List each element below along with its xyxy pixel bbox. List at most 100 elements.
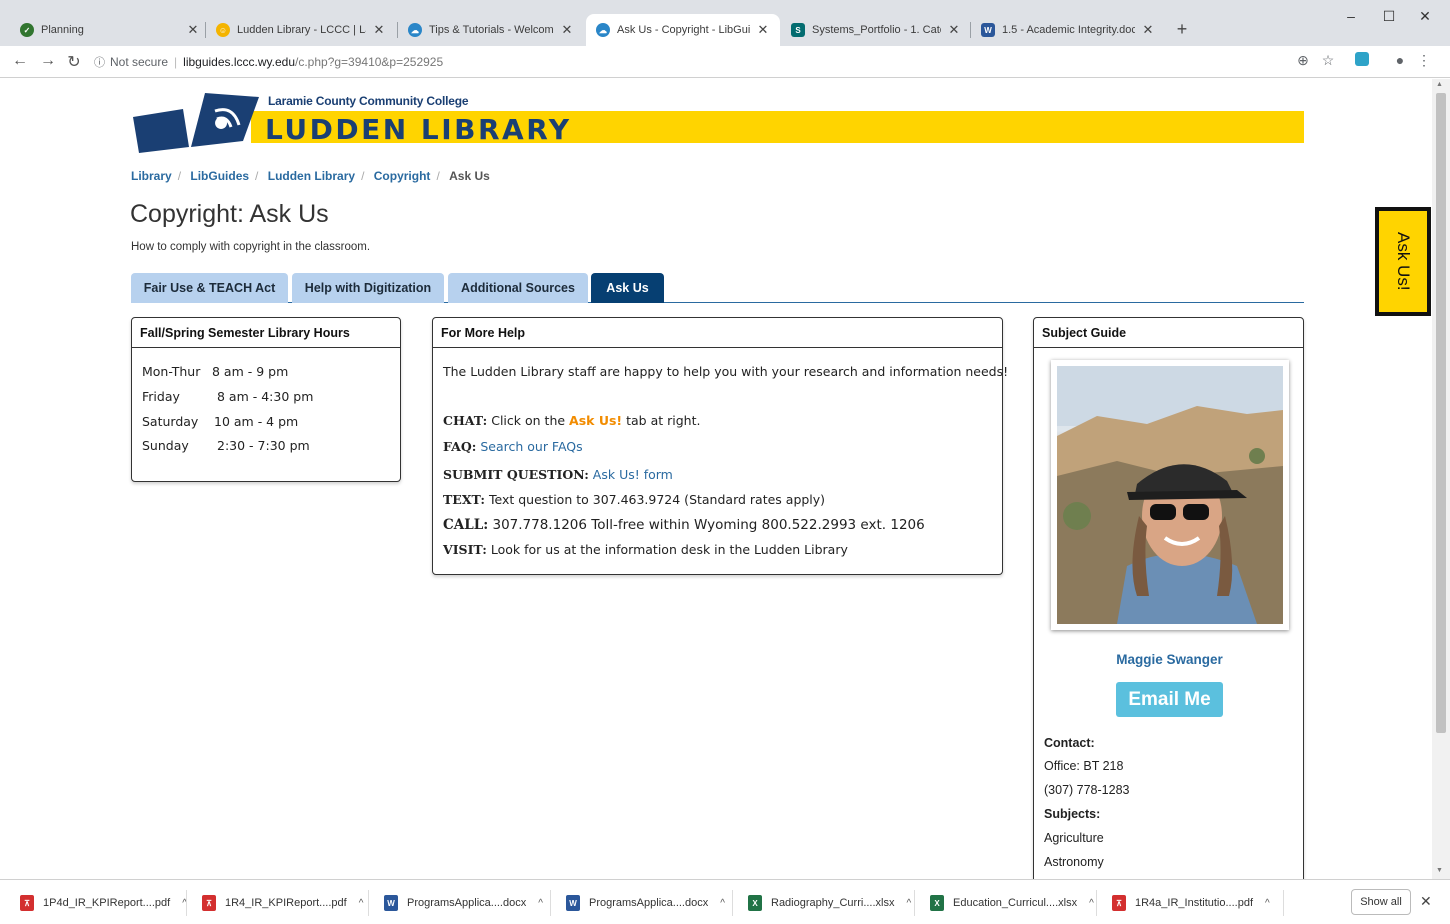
browser-tab-academic-integrity[interactable]: W 1.5 - Academic Integrity.docx ✕ [971, 14, 1165, 46]
tab-fair-use[interactable]: Fair Use & TEACH Act [131, 273, 288, 303]
springshare-icon: ☺ [216, 23, 230, 37]
download-filename: ProgramsApplica....docx [407, 897, 527, 909]
hours-day: Friday [142, 389, 180, 404]
close-download-bar-icon[interactable]: ✕ [1420, 893, 1432, 910]
tab-help-with-digitization[interactable]: Help with Digitization [292, 273, 444, 303]
chevron-up-icon[interactable]: ^ [1089, 898, 1094, 909]
chevron-up-icon[interactable]: ^ [359, 898, 364, 909]
minimize-icon[interactable]: – [1336, 8, 1366, 24]
college-name: Laramie County Community College [268, 94, 469, 108]
chevron-up-icon[interactable]: ^ [907, 898, 912, 909]
browser-tab-planning[interactable]: ✓ Planning ✕ [10, 14, 210, 46]
show-all-downloads-button[interactable]: Show all [1351, 889, 1411, 915]
browser-tab-ask-us[interactable]: ☁ Ask Us - Copyright - LibGuides at ✕ [586, 14, 780, 46]
browser-tab-systems-portfolio[interactable]: S Systems_Portfolio - 1. Category C ✕ [781, 14, 971, 46]
tab-title: Tips & Tutorials - Welcome to Lib [429, 24, 554, 36]
word-file-icon: W [566, 895, 580, 911]
contact-label: Contact: [1044, 736, 1095, 750]
address-toolbar: ← → ↻ ⓘ Not secure | libguides.lccc.wy.e… [0, 46, 1450, 78]
planner-icon: ✓ [20, 23, 34, 37]
browser-tab-ludden[interactable]: ☺ Ludden Library - LCCC | Laramie C ✕ [206, 14, 396, 46]
hours-time: 10 am - 4 pm [214, 414, 299, 429]
tab-ask-us[interactable]: Ask Us [591, 273, 664, 303]
download-filename: 1P4d_IR_KPIReport....pdf [43, 897, 171, 909]
close-icon[interactable]: ✕ [186, 22, 200, 38]
download-item[interactable]: ⊼ 1P4d_IR_KPIReport....pdf ^ [20, 892, 187, 914]
subject-guide-box: Subject Guide Maggie Swanger Email Me Co… [1033, 317, 1304, 879]
download-bar: ⊼ 1P4d_IR_KPIReport....pdf ^ ⊼ 1R4_IR_KP… [0, 879, 1450, 924]
ask-us-label: Ask Us! [1394, 232, 1413, 291]
close-icon[interactable]: ✕ [947, 22, 961, 38]
breadcrumb-libguides[interactable]: LibGuides [190, 169, 249, 183]
bookmark-star-icon[interactable]: ☆ [1318, 52, 1338, 69]
libguides-icon: ☁ [596, 23, 610, 37]
pdf-file-icon: ⊼ [20, 895, 34, 911]
page-content: Laramie County Community College LUDDEN … [0, 79, 1432, 879]
download-item[interactable]: X Education_Curricul....xlsx ^ [930, 892, 1094, 914]
download-item[interactable]: ⊼ 1R4a_IR_Institutio....pdf ^ [1112, 892, 1270, 914]
ask-us-side-tab[interactable]: Ask Us! [1375, 207, 1431, 316]
maximize-icon[interactable]: ☐ [1374, 8, 1404, 25]
url-field[interactable]: ⓘ Not secure | libguides.lccc.wy.edu/c.p… [94, 50, 1324, 74]
subject-item: Astronomy [1044, 855, 1104, 869]
breadcrumb-library[interactable]: Library [131, 169, 172, 183]
more-help-box: For More Help The Ludden Library staff a… [432, 317, 1008, 575]
hours-day: Sunday [142, 438, 189, 453]
scroll-up-icon[interactable]: ▲ [1436, 81, 1443, 88]
chevron-up-icon[interactable]: ^ [720, 898, 725, 909]
window-close-icon[interactable]: ✕ [1410, 8, 1440, 25]
security-label: Not secure [110, 55, 169, 69]
help-call: CALL: 307.778.1206 Toll-free within Wyom… [443, 517, 925, 533]
profile-photo [1051, 360, 1289, 630]
open-book-logo-icon [133, 93, 259, 153]
breadcrumb-copyright[interactable]: Copyright [374, 169, 431, 183]
tab-title: Ask Us - Copyright - LibGuides at [617, 24, 750, 36]
close-icon[interactable]: ✕ [1141, 22, 1155, 38]
account-icon[interactable]: ● [1390, 52, 1410, 68]
new-tab-button[interactable]: + [1172, 19, 1192, 40]
close-icon[interactable]: ✕ [756, 22, 770, 38]
zoom-icon[interactable]: ⊕ [1293, 52, 1313, 69]
box-heading: Fall/Spring Semester Library Hours [132, 318, 400, 348]
help-submit: SUBMIT QUESTION: Ask Us! form [443, 467, 673, 482]
reload-icon[interactable]: ↻ [64, 52, 84, 72]
scroll-thumb[interactable] [1436, 93, 1446, 733]
page-subtitle: How to comply with copyright in the clas… [131, 241, 371, 253]
extension-icon[interactable] [1352, 52, 1372, 69]
subject-item: Agriculture [1044, 831, 1104, 845]
page-scrollbar[interactable]: ▲ ▼ [1432, 79, 1450, 879]
download-item[interactable]: W ProgramsApplica....docx ^ [384, 892, 543, 914]
email-me-button[interactable]: Email Me [1116, 682, 1223, 717]
scroll-down-icon[interactable]: ▼ [1436, 867, 1443, 874]
hours-time: 2:30 - 7:30 pm [217, 438, 310, 453]
ask-us-form-link[interactable]: Ask Us! form [593, 467, 673, 482]
download-item[interactable]: X Radiography_Curri....xlsx ^ [748, 892, 911, 914]
url-path: /c.php?g=39410&p=252925 [295, 55, 444, 69]
close-icon[interactable]: ✕ [372, 22, 386, 38]
hours-time: 8 am - 4:30 pm [217, 389, 314, 404]
tab-title: Planning [41, 24, 84, 36]
download-filename: 1R4_IR_KPIReport....pdf [225, 897, 347, 909]
ask-us-link[interactable]: Ask Us! [569, 413, 622, 428]
chevron-up-icon[interactable]: ^ [1265, 898, 1270, 909]
download-item[interactable]: W ProgramsApplica....docx ^ [566, 892, 725, 914]
breadcrumb-current: Ask Us [449, 169, 490, 183]
libguides-icon: ☁ [408, 23, 422, 37]
word-icon: W [981, 23, 995, 37]
chevron-up-icon[interactable]: ^ [538, 898, 543, 909]
faq-link[interactable]: Search our FAQs [480, 439, 582, 454]
library-banner[interactable]: Laramie County Community College LUDDEN … [131, 89, 1304, 159]
forward-icon[interactable]: → [38, 52, 58, 70]
tab-additional-sources[interactable]: Additional Sources [448, 273, 588, 303]
close-icon[interactable]: ✕ [560, 22, 574, 38]
phone-number: (307) 778-1283 [1044, 783, 1130, 797]
browser-tab-tips[interactable]: ☁ Tips & Tutorials - Welcome to Lib ✕ [398, 14, 584, 46]
info-icon[interactable]: ⓘ [94, 54, 105, 70]
download-item[interactable]: ⊼ 1R4_IR_KPIReport....pdf ^ [202, 892, 363, 914]
back-icon[interactable]: ← [10, 52, 30, 70]
menu-icon[interactable]: ⋮ [1414, 52, 1434, 69]
box-heading: For More Help [433, 318, 1002, 348]
hours-time: 8 am - 9 pm [212, 364, 289, 379]
librarian-name[interactable]: Maggie Swanger [1034, 652, 1305, 667]
breadcrumb-ludden-library[interactable]: Ludden Library [268, 169, 355, 183]
